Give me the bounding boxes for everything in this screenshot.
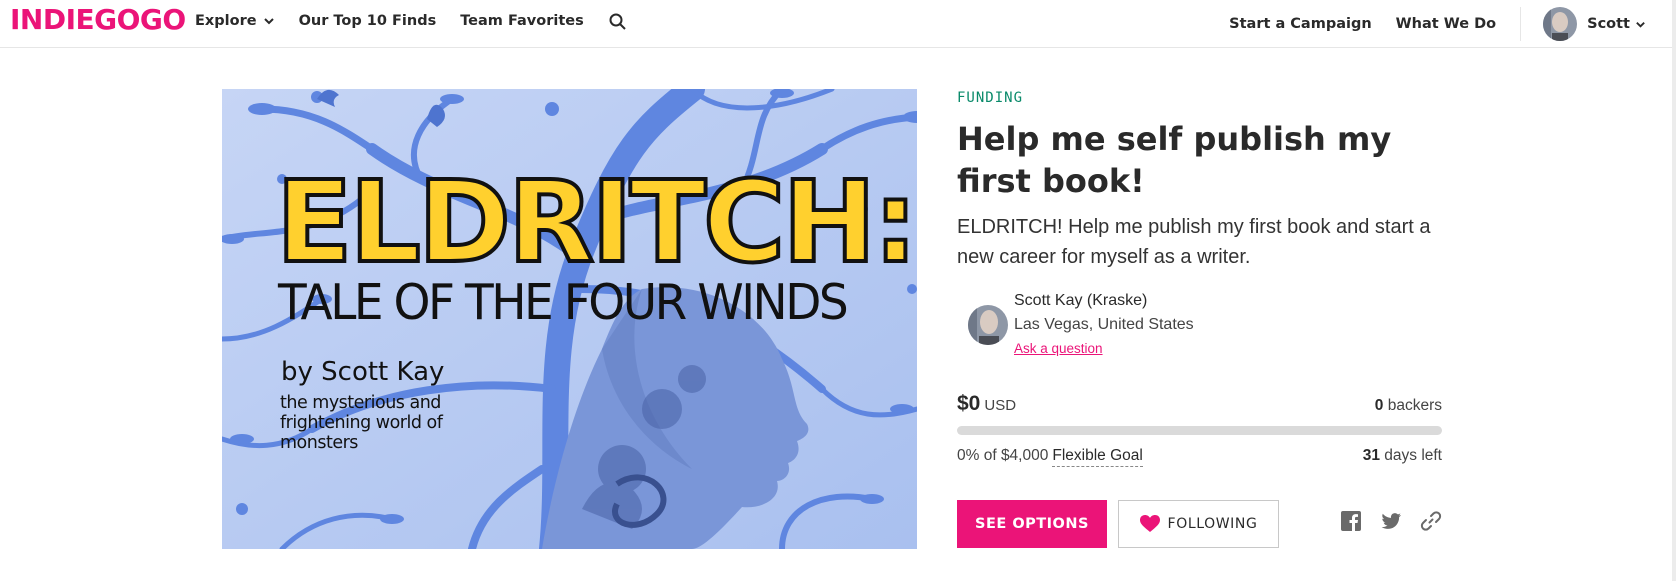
nav-top10[interactable]: Our Top 10 Finds [299,13,437,29]
campaign-blurb: ELDRITCH! Help me publish my first book … [957,216,1431,268]
ask-question-link[interactable]: Ask a question [1014,341,1103,356]
days-label: days left [1384,447,1442,464]
user-menu[interactable]: Scott [1543,7,1646,41]
avatar[interactable] [968,305,1008,345]
facebook-icon[interactable] [1340,510,1362,532]
days-left: 31 days left [1363,447,1442,465]
hero-subtitle: TALE OF THE FOUR WINDS [278,273,849,332]
backers-number: 0 [1374,397,1384,414]
start-campaign-link[interactable]: Start a Campaign [1229,16,1372,32]
heart-icon [1139,515,1160,532]
owner-location: Las Vegas, United States [1014,316,1194,333]
amount-raised: $0 USD [957,392,1016,416]
campaign-title: Help me self publish my first book! [957,120,1392,200]
see-options-button[interactable]: SEE OPTIONS [957,500,1107,548]
campaign-info: FUNDING Help me self publish my first bo… [957,89,1442,548]
indiegogo-logo[interactable]: INDIEGOGO [10,3,186,36]
following-button[interactable]: FOLLOWING [1118,500,1279,548]
amount-value: $0 [957,392,981,415]
share-links [1322,510,1442,532]
top-nav: INDIEGOGO Explore Our Top 10 Finds Team … [0,0,1676,48]
nav-explore[interactable]: Explore [195,13,275,29]
avatar [1543,7,1578,41]
backers-label: backers [1387,397,1442,414]
nav-team-favorites[interactable]: Team Favorites [460,13,584,29]
what-we-do-link[interactable]: What We Do [1396,16,1496,32]
owner-name[interactable]: Scott Kay (Kraske) [1014,292,1147,310]
hero-title: ELDRITCH: [274,158,917,288]
backers-count: 0 backers [1375,397,1442,415]
campaign-hero-image[interactable]: ELDRITCH: TALE OF THE FOUR WINDS by Scot… [222,89,917,549]
amount-currency: USD [984,397,1017,414]
chevron-down-icon [1636,21,1645,28]
search-icon[interactable] [608,12,628,32]
status-badge: FUNDING [957,90,1024,106]
campaign-actions: SEE OPTIONS FOLLOWING [957,500,1442,548]
campaign-owner: Scott Kay (Kraske) Las Vegas, United Sta… [957,290,1442,365]
secondary-nav: Start a Campaign What We Do Scott [1205,0,1676,48]
funding-progress-bar [957,426,1442,435]
nav-divider [1520,7,1522,41]
chevron-down-icon [263,18,274,25]
goal-percent: 0% of $4,000 [957,447,1049,464]
days-number: 31 [1362,447,1380,464]
scrollbar[interactable] [1672,0,1676,581]
goal-info: 0% of $4,000 Flexible Goal [957,447,1143,467]
hero-tagline: the mysterious and frightening world of … [280,393,443,453]
flexible-goal-tooltip[interactable]: Flexible Goal [1052,447,1143,467]
twitter-icon[interactable] [1380,510,1402,532]
following-label: FOLLOWING [1167,516,1258,532]
nav-explore-label: Explore [195,13,257,29]
primary-nav: Explore Our Top 10 Finds Team Favorites [195,10,628,32]
link-icon[interactable] [1420,510,1442,532]
hero-author: by Scott Kay [281,357,445,387]
user-name: Scott [1587,16,1630,32]
